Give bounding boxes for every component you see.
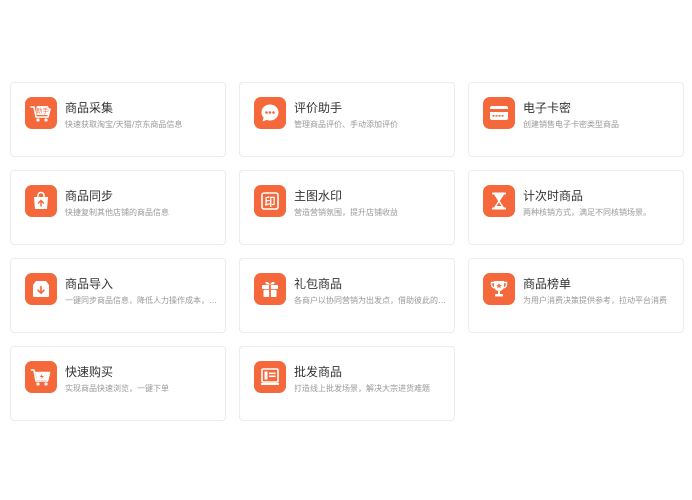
card-description: 快捷复制其他店铺的商品信息 [65, 208, 169, 217]
feature-card-product-import[interactable]: 商品导入 一键同步商品信息，降低人力操作成本，提升工作效率 [10, 258, 226, 333]
card-title: 商品榜单 [523, 277, 572, 291]
card-title: 礼包商品 [294, 277, 343, 291]
card-description: 营造营销氛围，提升店铺收益 [294, 208, 398, 217]
card-title: 计次时商品 [523, 189, 584, 203]
card-description: 创建销售电子卡密类型商品 [523, 120, 619, 129]
card-description: 为用户消费决策提供参考，拉动平台消费 [523, 296, 667, 305]
card-title: 主图水印 [294, 189, 343, 203]
feature-card-review-assistant[interactable]: 评价助手 管理商品评价、手动添加评价 [239, 82, 455, 157]
chat-bubble-icon [254, 97, 286, 129]
card-description: 打造线上批发场景，解决大宗进货难题 [294, 384, 430, 393]
feature-card-quick-buy[interactable]: 快速购买 实现商品快速浏览，一键下单 [10, 346, 226, 421]
feature-grid: 助手 商品采集 快速获取淘宝/天猫/京东商品信息 评价助手 管理商品评价、手动添… [10, 82, 684, 421]
card-icon [483, 97, 515, 129]
wholesale-icon [254, 361, 286, 393]
feature-card-product-sync[interactable]: 商品同步 快捷复制其他店铺的商品信息 [10, 170, 226, 245]
card-title: 电子卡密 [523, 101, 572, 115]
card-title: 快速购买 [65, 365, 114, 379]
trophy-icon [483, 273, 515, 305]
feature-card-wholesale[interactable]: 批发商品 打造线上批发场景，解决大宗进货难题 [239, 346, 455, 421]
card-description: 快速获取淘宝/天猫/京东商品信息 [65, 120, 183, 129]
cart-icon-label: 助手 [36, 107, 48, 115]
feature-card-product-ranking[interactable]: 商品榜单 为用户消费决策提供参考，拉动平台消费 [468, 258, 684, 333]
card-description: 实现商品快速浏览，一键下单 [65, 384, 169, 393]
hourglass-icon [483, 185, 515, 217]
feature-card-gift-package[interactable]: 礼包商品 各商户以协同营销为出发点，借助彼此的资源实现共赢 [239, 258, 455, 333]
feature-card-watermark[interactable]: 印 主图水印 营造营销氛围，提升店铺收益 [239, 170, 455, 245]
shopping-bag-icon [25, 185, 57, 217]
card-title: 商品导入 [65, 277, 114, 291]
card-description: 两种核销方式，满足不同核销场景。 [523, 208, 651, 217]
card-title: 批发商品 [294, 365, 343, 379]
card-description: 各商户以协同营销为出发点，借助彼此的资源实现共赢 [294, 296, 446, 305]
feature-card-timed-product[interactable]: 计次时商品 两种核销方式，满足不同核销场景。 [468, 170, 684, 245]
quick-buy-cart-icon [25, 361, 57, 393]
watermark-icon: 印 [254, 185, 286, 217]
gift-icon [254, 273, 286, 305]
feature-card-e-card[interactable]: 电子卡密 创建销售电子卡密类型商品 [468, 82, 684, 157]
card-description: 管理商品评价、手动添加评价 [294, 120, 398, 129]
import-box-icon [25, 273, 57, 305]
card-title: 商品采集 [65, 101, 114, 115]
watermark-icon-label: 印 [265, 196, 276, 209]
card-title: 商品同步 [65, 189, 114, 203]
shopping-cart-icon: 助手 [25, 97, 57, 129]
card-title: 评价助手 [294, 101, 343, 115]
card-description: 一键同步商品信息，降低人力操作成本，提升工作效率 [65, 296, 217, 305]
feature-card-product-collect[interactable]: 助手 商品采集 快速获取淘宝/天猫/京东商品信息 [10, 82, 226, 157]
